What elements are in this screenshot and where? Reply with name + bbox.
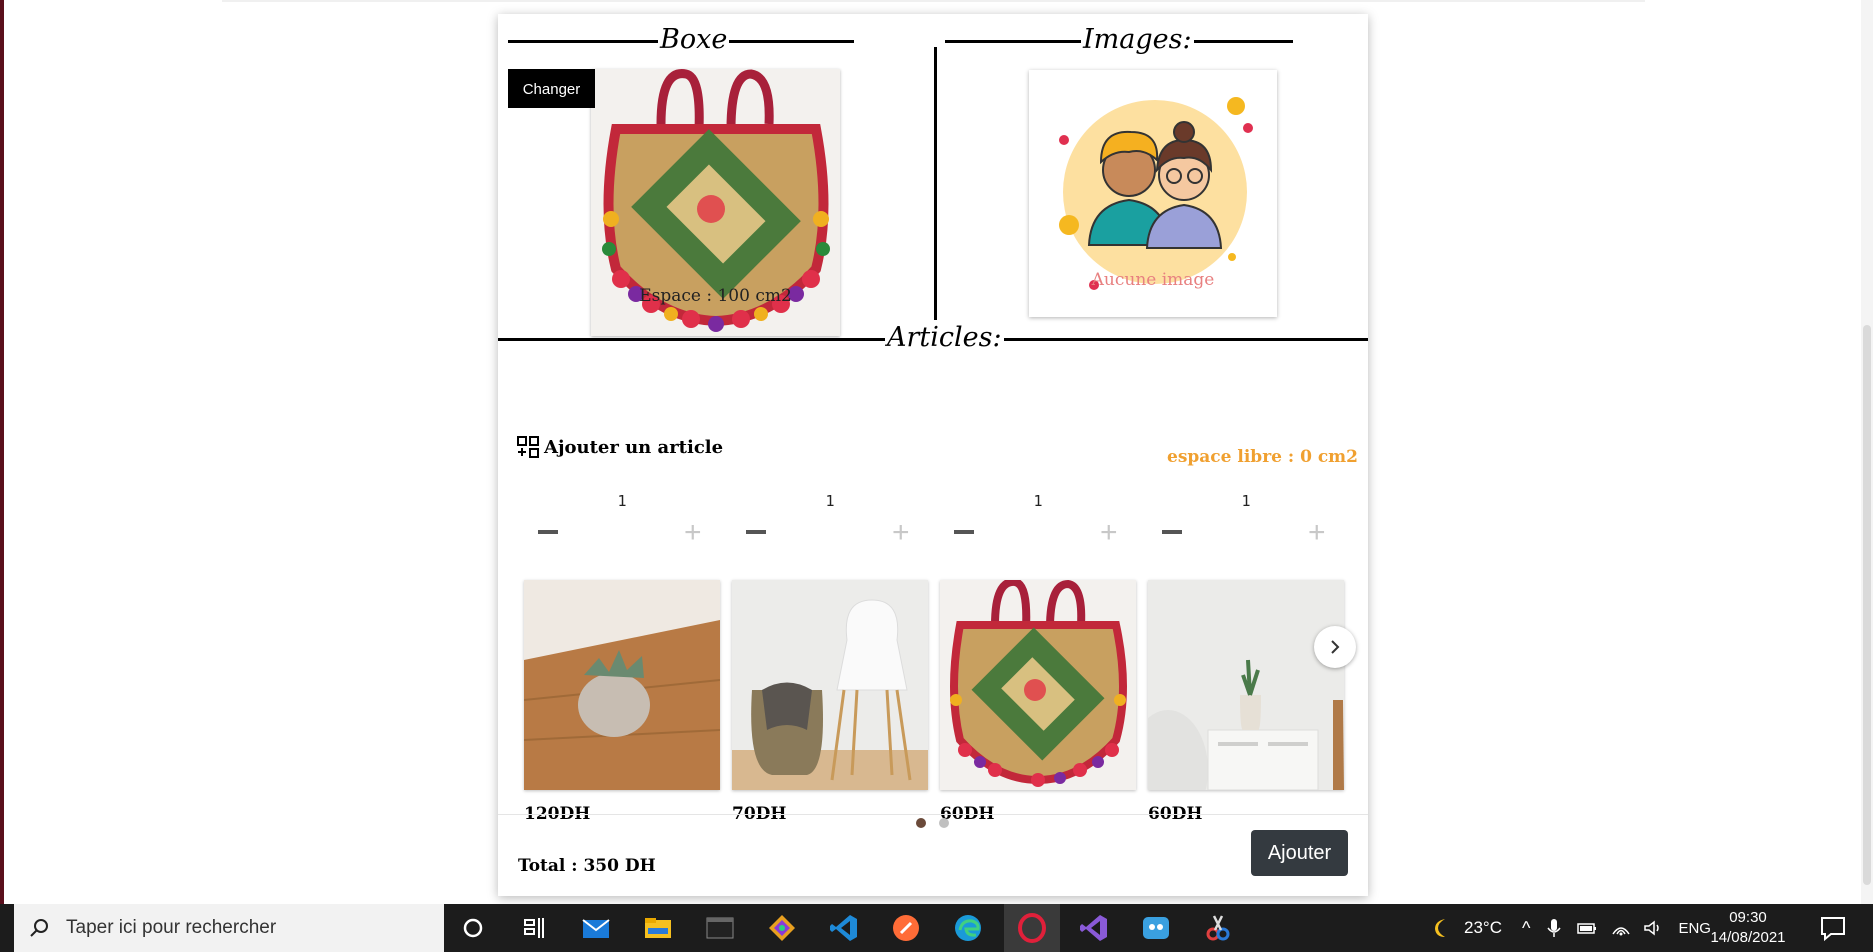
carousel-indicators <box>916 818 949 828</box>
quantity-value: 1 <box>1241 492 1251 510</box>
chat-app-icon[interactable] <box>1140 912 1172 944</box>
decrease-quantity-button[interactable] <box>538 530 558 534</box>
moon-weather-icon <box>1435 919 1445 937</box>
add-grid-icon <box>517 436 539 458</box>
article-image[interactable] <box>524 580 720 790</box>
clock-time: 09:30 <box>1729 909 1767 926</box>
postman-icon[interactable] <box>890 912 922 944</box>
windows-taskbar: Taper ici pour rechercher 23°C ^ ENG 09:… <box>0 904 1873 952</box>
add-article-label: Ajouter un article <box>544 436 724 458</box>
opera-icon[interactable] <box>1016 912 1048 944</box>
boxe-header: Boxe <box>508 22 854 58</box>
carousel-dot[interactable] <box>939 818 949 828</box>
search-icon <box>30 919 48 937</box>
column-divider <box>934 47 937 347</box>
git-kraken-icon[interactable] <box>766 912 798 944</box>
mail-icon[interactable] <box>580 912 612 944</box>
carousel-next-button[interactable] <box>1314 626 1356 668</box>
decrease-quantity-button[interactable] <box>1162 530 1182 534</box>
wifi-icon[interactable] <box>1610 917 1632 939</box>
articles-title: Articles: <box>885 320 1004 356</box>
scrollbar-thumb[interactable] <box>1863 325 1871 885</box>
system-tray: 23°C ^ ENG <box>1428 904 1711 952</box>
volume-icon[interactable] <box>1642 917 1664 939</box>
vscode-icon[interactable] <box>828 912 860 944</box>
increase-quantity-button[interactable]: + <box>684 518 702 548</box>
quantity-value: 1 <box>825 492 835 510</box>
task-view-icon[interactable] <box>518 912 550 944</box>
submit-add-button[interactable]: Ajouter <box>1251 830 1348 876</box>
edge-icon[interactable] <box>952 912 984 944</box>
cortana-icon[interactable] <box>457 912 489 944</box>
carousel-dot-active[interactable] <box>916 818 926 828</box>
quantity-value: 1 <box>1033 492 1043 510</box>
clock-date: 14/08/2021 <box>1710 929 1786 946</box>
article-image[interactable] <box>940 580 1136 790</box>
increase-quantity-button[interactable]: + <box>1100 518 1118 548</box>
show-hidden-icons[interactable]: ^ <box>1522 918 1530 939</box>
increase-quantity-button[interactable]: + <box>892 518 910 548</box>
taskbar-search[interactable]: Taper ici pour rechercher <box>14 904 444 952</box>
no-image-caption: Aucune image <box>1091 270 1215 290</box>
images-title: Images: <box>1081 22 1194 58</box>
terminal-icon[interactable] <box>704 912 736 944</box>
free-space-indicator: espace libre : 0 cm2 <box>1167 447 1358 467</box>
taskbar-clock[interactable]: 09:30 14/08/2021 <box>1703 908 1793 948</box>
add-article-button[interactable]: Ajouter un article <box>516 435 723 459</box>
article-image[interactable] <box>1148 580 1344 790</box>
battery-icon[interactable] <box>1576 917 1598 939</box>
snipping-tool-icon[interactable] <box>1202 912 1234 944</box>
page-top-divider <box>222 0 1645 2</box>
footer-divider <box>498 814 1368 815</box>
decrease-quantity-button[interactable] <box>954 530 974 534</box>
quantity-value: 1 <box>617 492 627 510</box>
article-image[interactable] <box>732 580 928 790</box>
images-header: Images: <box>945 22 1293 58</box>
chevron-right-icon <box>1331 640 1340 654</box>
boxe-title: Boxe <box>658 22 730 58</box>
scrollbar[interactable] <box>1861 0 1873 904</box>
visual-studio-icon[interactable] <box>1078 912 1110 944</box>
microphone-icon[interactable] <box>1544 917 1564 939</box>
box-composer-modal: Boxe Images: Changer Espace : 100 cm2 Au… <box>498 14 1368 896</box>
increase-quantity-button[interactable]: + <box>1308 518 1326 548</box>
weather-temperature[interactable]: 23°C <box>1464 918 1502 938</box>
file-explorer-icon[interactable] <box>642 912 674 944</box>
articles-header: Articles: <box>498 320 1368 356</box>
box-space-caption: Espace : 100 cm2 <box>639 286 792 306</box>
order-total: Total : 350 DH <box>518 856 656 876</box>
notifications-icon[interactable] <box>1817 912 1849 944</box>
change-box-button[interactable]: Changer <box>508 69 595 108</box>
window-edge <box>0 0 4 904</box>
decrease-quantity-button[interactable] <box>746 530 766 534</box>
search-placeholder: Taper ici pour rechercher <box>66 917 277 938</box>
